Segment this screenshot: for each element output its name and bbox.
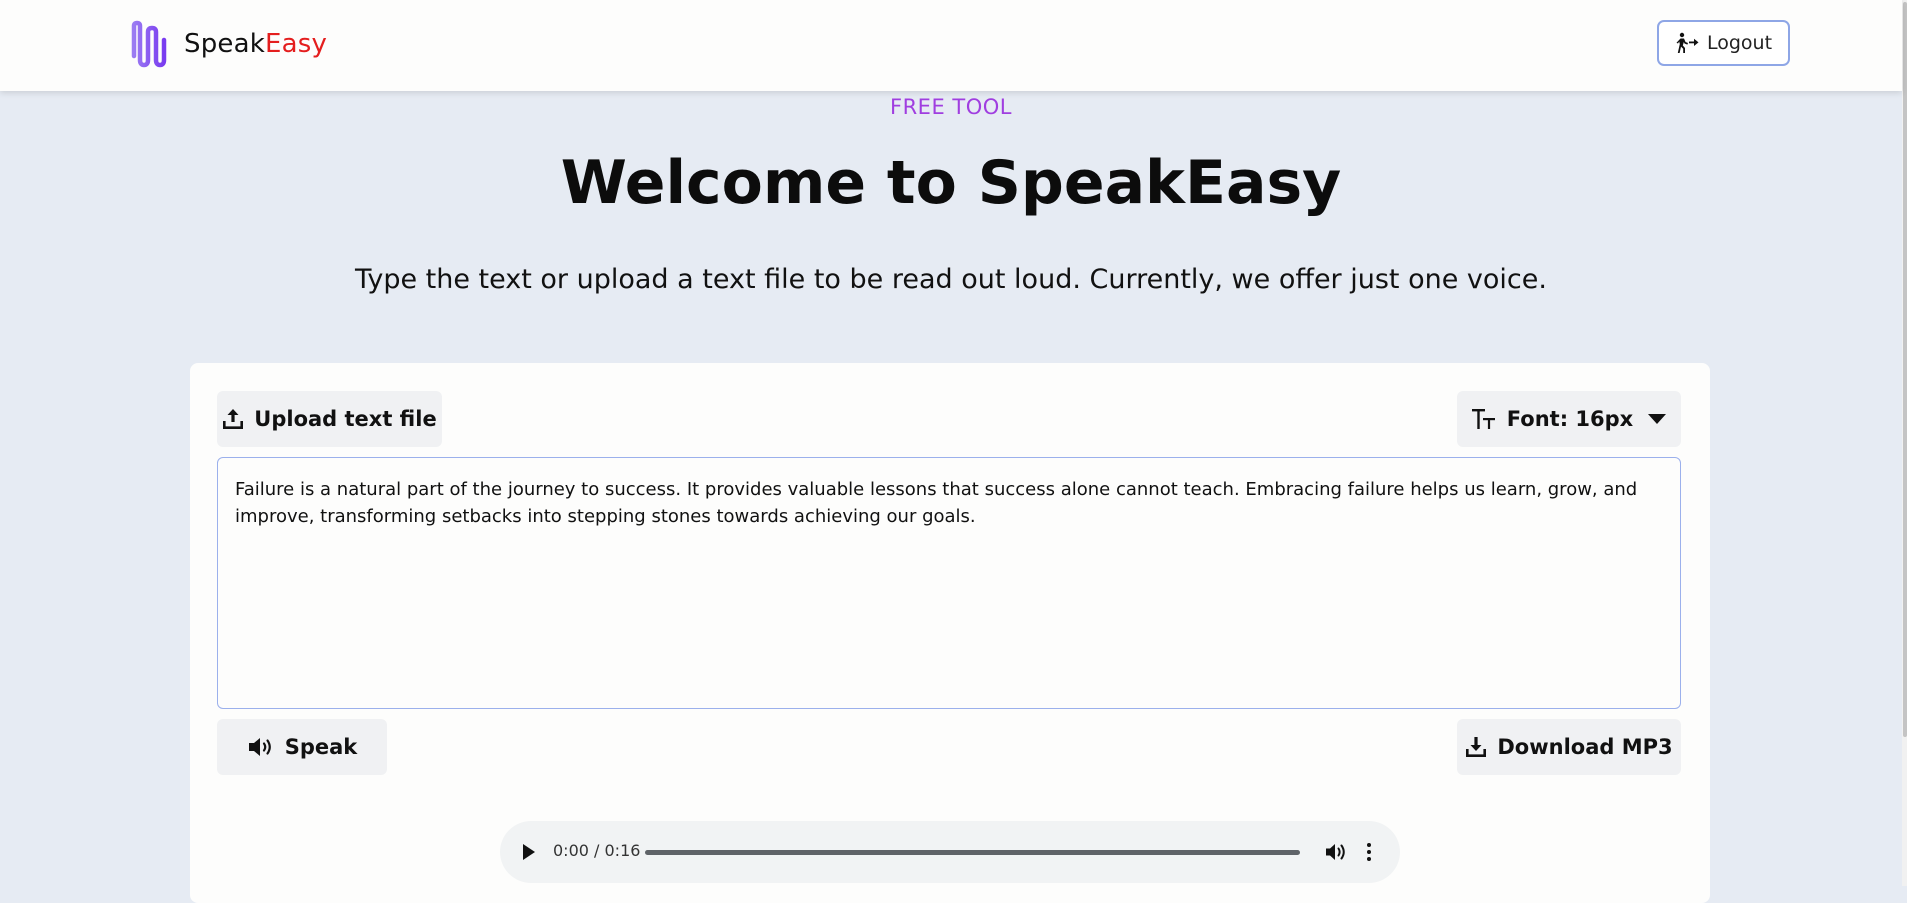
tts-card: Upload text file Font: 16px Failure is a…: [190, 363, 1710, 903]
upload-icon: [223, 409, 244, 429]
logo-text-speak: Speak: [184, 29, 265, 59]
speak-label: Speak: [284, 735, 358, 759]
eyebrow-label: FREE TOOL: [890, 95, 1012, 119]
font-size-dropdown[interactable]: Font: 16px: [1457, 391, 1681, 447]
caret-down-icon: [1648, 414, 1667, 424]
logo-text-easy: Easy: [265, 29, 328, 59]
page-subtitle: Type the text or upload a text file to b…: [355, 264, 1547, 295]
scrollbar-thumb[interactable]: [1903, 2, 1907, 737]
sound-wave-logo-icon: [112, 20, 167, 68]
audio-player: 0:00 / 0:16: [500, 821, 1400, 883]
more-vertical-icon[interactable]: [1366, 842, 1372, 862]
speaker-icon: [248, 738, 271, 756]
volume-icon[interactable]: [1325, 842, 1347, 862]
walk-out-icon: [1676, 32, 1699, 53]
download-icon: [1466, 737, 1487, 757]
font-size-label: Font: 16px: [1506, 407, 1634, 431]
logout-button[interactable]: Logout: [1657, 20, 1790, 66]
page-title: Welcome to SpeakEasy: [560, 148, 1342, 218]
upload-text-file-button[interactable]: Upload text file: [217, 391, 442, 447]
audio-time: 0:00 / 0:16: [553, 841, 641, 860]
logout-label: Logout: [1706, 32, 1773, 54]
speak-button[interactable]: Speak: [217, 719, 387, 775]
text-input[interactable]: Failure is a natural part of the journey…: [217, 457, 1681, 709]
play-icon[interactable]: [522, 843, 536, 861]
logo-text: SpeakEasy: [184, 29, 327, 59]
page-scrollbar[interactable]: [1902, 0, 1907, 886]
text-size-icon: [1471, 409, 1495, 429]
top-navbar: SpeakEasy Logout: [0, 0, 1902, 91]
audio-progress-track[interactable]: [645, 850, 1300, 855]
upload-label: Upload text file: [254, 407, 437, 431]
download-mp3-button[interactable]: Download MP3: [1457, 719, 1681, 775]
download-label: Download MP3: [1497, 735, 1673, 759]
logo[interactable]: SpeakEasy: [112, 20, 327, 68]
